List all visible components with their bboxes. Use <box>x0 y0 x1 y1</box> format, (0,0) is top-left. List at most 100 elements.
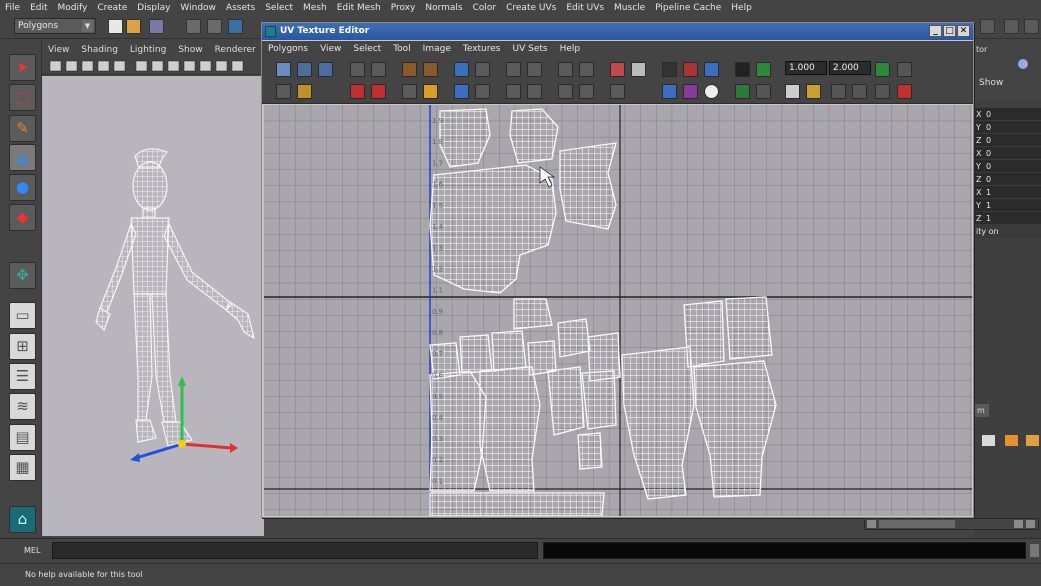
image-display-icon[interactable] <box>610 62 625 77</box>
flip-u-icon[interactable] <box>350 62 365 77</box>
snap-icon[interactable] <box>558 62 573 77</box>
mel-label[interactable]: MEL <box>24 546 40 555</box>
layer-new-icon[interactable] <box>1005 435 1018 446</box>
uv-menu-select[interactable]: Select <box>347 44 387 54</box>
layer-new-selected-icon[interactable] <box>1026 435 1039 446</box>
viewport-menu-shading[interactable]: Shading <box>75 45 124 55</box>
uv-paste-icon[interactable] <box>756 84 771 99</box>
uv-shell-icon[interactable] <box>402 84 417 99</box>
save-scene-icon[interactable] <box>149 19 164 34</box>
menu-create[interactable]: Create <box>92 3 132 13</box>
move-tool-button[interactable]: ▲ <box>9 144 36 171</box>
lasso-tool-button[interactable]: ⬚ <box>9 84 36 111</box>
channel-row[interactable]: Z0 <box>974 173 1041 186</box>
menu-modify[interactable]: Modify <box>53 3 93 13</box>
script-editor-icon[interactable] <box>1030 544 1039 557</box>
sphere-icon[interactable] <box>1018 59 1028 69</box>
uv-cut-edge-icon[interactable] <box>506 84 521 99</box>
menu-window[interactable]: Window <box>175 3 221 13</box>
menu-select[interactable]: Select <box>260 3 298 13</box>
viewport-toolbar-icons[interactable] <box>42 58 262 75</box>
rotate-uv-ccw-icon[interactable] <box>423 62 438 77</box>
menu-proxy[interactable]: Proxy <box>386 3 421 13</box>
uv-paste-clipboard-icon[interactable] <box>806 84 821 99</box>
channel-row[interactable]: Y0 <box>974 160 1041 173</box>
align-u-icon[interactable] <box>506 62 521 77</box>
channel-row[interactable]: Z1 <box>974 212 1041 225</box>
layer-icon[interactable] <box>982 435 995 446</box>
uv-menu-uv-sets[interactable]: UV Sets <box>507 44 554 54</box>
close-button[interactable]: ✕ <box>957 25 970 37</box>
uv-normalize-icon[interactable] <box>276 84 291 99</box>
visibility-row[interactable]: ity on <box>974 225 1041 238</box>
uv-smudge-icon[interactable] <box>318 62 333 77</box>
uv-menu-textures[interactable]: Textures <box>457 44 507 54</box>
scroll-left-icon[interactable] <box>867 520 876 528</box>
layout-graph-button[interactable]: ≋ <box>9 393 36 420</box>
channel-row[interactable]: X0 <box>974 147 1041 160</box>
mel-input[interactable] <box>52 542 538 559</box>
layout-hypershade-button[interactable]: ▤ <box>9 424 36 451</box>
tool-settings-toggle-icon[interactable] <box>1024 19 1039 34</box>
uv-straighten-icon[interactable] <box>475 84 490 99</box>
uv-menu-help[interactable]: Help <box>554 44 587 54</box>
uv-copy-clipboard-icon[interactable] <box>785 84 800 99</box>
open-scene-icon[interactable] <box>126 19 141 34</box>
cut-uv-icon[interactable] <box>454 62 469 77</box>
menu-muscle[interactable]: Muscle <box>609 3 650 13</box>
uv-paste-u-icon[interactable] <box>831 84 846 99</box>
scroll-right-icon[interactable] <box>1014 520 1023 528</box>
minimize-button[interactable]: _ <box>929 25 942 37</box>
channel-row[interactable]: X0 <box>974 108 1041 121</box>
uv-entry-absolute-icon[interactable] <box>875 62 890 77</box>
uv-move-sew-icon[interactable] <box>527 84 542 99</box>
checker-icon[interactable] <box>631 62 646 77</box>
uv-canvas[interactable]: 1.9 1.8 1.7 1.6 1.5 1.4 1.3 1.2 1.1 0.9 0.8 0.7 0.6 0… <box>264 105 972 516</box>
paint-select-tool-button[interactable]: ✎ <box>9 115 36 142</box>
select-object-icon[interactable] <box>207 19 222 34</box>
channel-row[interactable]: X1 <box>974 186 1041 199</box>
select-component-icon[interactable] <box>228 19 243 34</box>
flip-v-icon[interactable] <box>371 62 386 77</box>
uv-menu-polygons[interactable]: Polygons <box>262 44 314 54</box>
uv-select-shell-icon[interactable] <box>579 84 594 99</box>
layout-uv-button[interactable]: ▦ <box>9 454 36 481</box>
scroll-thumb[interactable] <box>879 520 955 528</box>
uv-grab-icon[interactable] <box>350 84 365 99</box>
uv-menu-tool[interactable]: Tool <box>387 44 416 54</box>
menu-mesh[interactable]: Mesh <box>298 3 332 13</box>
uv-lattice-icon[interactable] <box>276 62 291 77</box>
manipulator-tool-button[interactable]: ✥ <box>9 262 36 289</box>
uv-paste-v-icon[interactable] <box>852 84 867 99</box>
uv-color-icon[interactable] <box>683 84 698 99</box>
sew-uv-icon[interactable] <box>475 62 490 77</box>
menu-color[interactable]: Color <box>468 3 502 13</box>
mode-selector[interactable]: Polygons ▼ <box>14 18 96 34</box>
scroll-end-icon[interactable] <box>1026 520 1035 528</box>
layout-icon[interactable] <box>579 62 594 77</box>
viewport-menu-renderer[interactable]: Renderer <box>209 45 262 55</box>
uv-relax-icon[interactable] <box>423 84 438 99</box>
uv-cycle-icon[interactable] <box>897 84 912 99</box>
layout-four-button[interactable]: ⊞ <box>9 333 36 360</box>
uv-unitize-icon[interactable] <box>297 84 312 99</box>
uv-editor-titlebar[interactable]: UV Texture Editor _ □ ✕ <box>262 23 973 40</box>
align-v-icon[interactable] <box>527 62 542 77</box>
menu-edit-uvs[interactable]: Edit UVs <box>561 3 609 13</box>
channel-box-toggle-icon[interactable] <box>980 19 995 34</box>
select-hierarchy-icon[interactable] <box>186 19 201 34</box>
distortion-icon[interactable] <box>735 62 750 77</box>
select-tool-button[interactable]: ➤ <box>9 54 36 81</box>
channel-row[interactable]: Z0 <box>974 134 1041 147</box>
menu-display[interactable]: Display <box>132 3 175 13</box>
isolate-icon[interactable] <box>704 62 719 77</box>
menu-normals[interactable]: Normals <box>420 3 467 13</box>
uv-menu-image[interactable]: Image <box>417 44 457 54</box>
maximize-button[interactable]: □ <box>943 25 956 37</box>
menu-edit-mesh[interactable]: Edit Mesh <box>332 3 386 13</box>
channel-row[interactable]: Y0 <box>974 121 1041 134</box>
menu-file[interactable]: File <box>0 3 25 13</box>
menu-pipeline-cache[interactable]: Pipeline Cache <box>650 3 726 13</box>
perspective-viewport[interactable] <box>42 76 264 536</box>
layout-outliner-button[interactable]: ☰ <box>9 363 36 390</box>
